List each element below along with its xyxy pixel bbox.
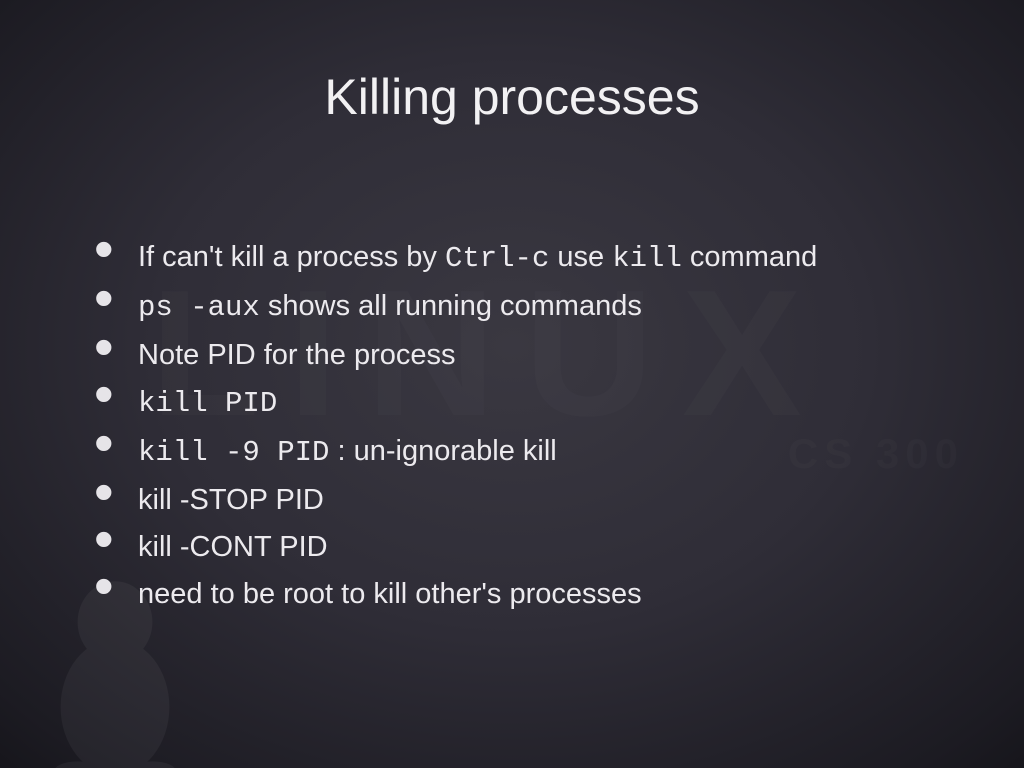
bullet-item: kill -STOP PID <box>88 478 954 523</box>
code-text: ps -aux <box>138 291 260 324</box>
bullet-item: kill PID <box>88 380 954 427</box>
code-text: kill -9 PID <box>138 436 329 469</box>
bullet-list: If can't kill a process by Ctrl-c use ki… <box>88 235 954 617</box>
body-text: kill -CONT PID <box>138 531 328 563</box>
slide-title: Killing processes <box>0 68 1024 126</box>
body-text: shows all running commands <box>260 290 642 322</box>
code-text: Ctrl-c <box>445 242 549 275</box>
bullet-item: ps -aux shows all running commands <box>88 284 954 331</box>
slide: LINUX CS 300 Killing processes If can't … <box>0 0 1024 768</box>
bullet-item: If can't kill a process by Ctrl-c use ki… <box>88 235 954 282</box>
bullet-item: need to be root to kill other's processe… <box>88 572 954 617</box>
body-text: : un-ignorable kill <box>329 435 556 467</box>
bullet-item: kill -9 PID : un-ignorable kill <box>88 429 954 476</box>
code-text: kill PID <box>138 387 277 420</box>
body-text: kill -STOP PID <box>138 484 324 516</box>
slide-content: If can't kill a process by Ctrl-c use ki… <box>88 235 954 619</box>
body-text: Note PID for the process <box>138 339 456 371</box>
bullet-item: Note PID for the process <box>88 333 954 378</box>
body-text: If can't kill a process by <box>138 241 445 273</box>
body-text: need to be root to kill other's processe… <box>138 578 642 610</box>
code-text: kill <box>612 242 682 275</box>
body-text: use <box>549 241 612 273</box>
body-text: command <box>682 241 817 273</box>
bullet-item: kill -CONT PID <box>88 525 954 570</box>
